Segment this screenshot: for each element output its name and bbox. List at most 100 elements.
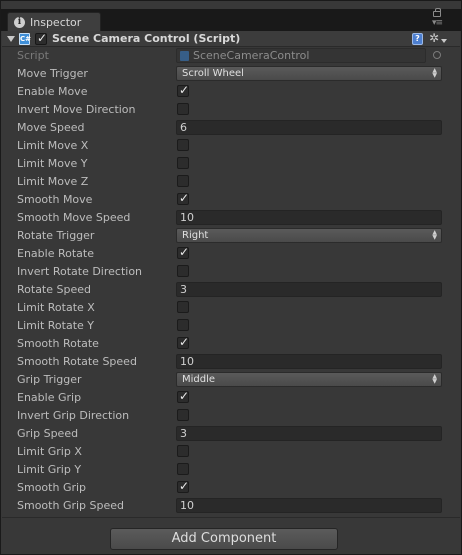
property-dropdown[interactable]: Middle ▲ ▼ bbox=[176, 372, 442, 387]
property-label: Enable Grip bbox=[17, 391, 82, 404]
property-number-field[interactable]: 3 bbox=[176, 426, 442, 441]
property-label: Move Speed bbox=[17, 121, 85, 134]
foldout-arrow-icon[interactable] bbox=[7, 36, 15, 42]
property-label: Limit Move Y bbox=[17, 157, 88, 170]
help-icon[interactable]: ? bbox=[412, 33, 423, 45]
check-icon: ✓ bbox=[179, 191, 190, 205]
property-checkbox[interactable]: ✓ bbox=[177, 389, 190, 403]
inspector-window: i Inspector ▾≡ C# ✓ Scene Camera Control… bbox=[0, 0, 462, 555]
property-row: Rotate Trigger Right ▲ ▼ bbox=[1, 227, 461, 245]
property-row: Smooth Rotate ✓ bbox=[1, 335, 461, 353]
property-checkbox[interactable] bbox=[177, 301, 189, 313]
property-label: Invert Rotate Direction bbox=[17, 265, 143, 278]
property-row: Limit Grip X bbox=[1, 443, 461, 461]
property-number-field[interactable]: 6 bbox=[176, 120, 442, 135]
updown-arrows-icon: ▲ ▼ bbox=[432, 67, 437, 79]
updown-arrows-icon: ▲ ▼ bbox=[432, 373, 437, 385]
property-number-field[interactable]: 10 bbox=[176, 498, 442, 513]
property-number-field[interactable]: 3 bbox=[176, 282, 442, 297]
property-label: Limit Rotate X bbox=[17, 301, 95, 314]
property-row: Move Speed 6 bbox=[1, 119, 461, 137]
info-icon: i bbox=[14, 16, 25, 28]
property-label: Rotate Speed bbox=[17, 283, 91, 296]
property-label: Enable Rotate bbox=[17, 247, 94, 260]
property-number-field[interactable]: 10 bbox=[176, 210, 442, 225]
property-dropdown[interactable]: Right ▲ ▼ bbox=[176, 228, 442, 243]
property-checkbox[interactable] bbox=[177, 139, 189, 151]
property-row: Enable Move ✓ bbox=[1, 83, 461, 101]
footer-divider bbox=[2, 517, 460, 518]
property-checkbox[interactable]: ✓ bbox=[177, 479, 190, 493]
property-checkbox[interactable] bbox=[177, 463, 189, 475]
check-icon: ✓ bbox=[179, 245, 190, 259]
property-label: Limit Move X bbox=[17, 139, 89, 152]
cs-script-icon bbox=[180, 51, 189, 61]
property-label: Limit Grip X bbox=[17, 445, 82, 458]
property-label: Smooth Move Speed bbox=[17, 211, 131, 224]
property-label: Limit Grip Y bbox=[17, 463, 82, 476]
check-icon: ✓ bbox=[179, 479, 190, 493]
property-label: Grip Speed bbox=[17, 427, 79, 440]
property-label: Invert Grip Direction bbox=[17, 409, 130, 422]
dropdown-value: Scroll Wheel bbox=[182, 68, 244, 79]
tab-menu-icon[interactable]: ▾≡ bbox=[431, 19, 443, 28]
tab-inspector[interactable]: i Inspector bbox=[7, 12, 101, 31]
property-row: Invert Move Direction bbox=[1, 101, 461, 119]
property-row: Smooth Move Speed 10 bbox=[1, 209, 461, 227]
property-label: Smooth Grip bbox=[17, 481, 87, 494]
component-title: Scene Camera Control (Script) bbox=[52, 32, 241, 45]
property-checkbox[interactable] bbox=[177, 409, 189, 421]
property-checkbox[interactable] bbox=[177, 175, 189, 187]
property-row: Smooth Rotate Speed 10 bbox=[1, 353, 461, 371]
property-label: Move Trigger bbox=[17, 67, 88, 80]
property-number-field[interactable]: 10 bbox=[176, 354, 442, 369]
property-checkbox[interactable]: ✓ bbox=[177, 83, 190, 97]
property-row: Limit Move Y bbox=[1, 155, 461, 173]
property-dropdown[interactable]: Scroll Wheel ▲ ▼ bbox=[176, 66, 442, 81]
gear-dropdown-arrow-icon[interactable] bbox=[441, 39, 447, 43]
script-value: SceneCameraControl bbox=[193, 49, 310, 62]
dropdown-value: Middle bbox=[182, 374, 216, 385]
property-row: Smooth Grip Speed 10 bbox=[1, 497, 461, 515]
property-checkbox[interactable] bbox=[177, 265, 189, 277]
property-row: Invert Grip Direction bbox=[1, 407, 461, 425]
script-label: Script bbox=[17, 49, 49, 62]
property-row: Limit Rotate Y bbox=[1, 317, 461, 335]
property-row: Enable Grip ✓ bbox=[1, 389, 461, 407]
property-row: Limit Move Z bbox=[1, 173, 461, 191]
property-checkbox[interactable] bbox=[177, 103, 189, 115]
check-icon: ✓ bbox=[179, 83, 190, 97]
property-label: Limit Rotate Y bbox=[17, 319, 94, 332]
script-row: Script SceneCameraControl bbox=[1, 47, 461, 65]
property-checkbox[interactable]: ✓ bbox=[177, 191, 190, 205]
property-row: Smooth Grip ✓ bbox=[1, 479, 461, 497]
property-label: Smooth Grip Speed bbox=[17, 499, 125, 512]
property-label: Smooth Rotate bbox=[17, 337, 99, 350]
property-checkbox[interactable] bbox=[177, 445, 189, 457]
component-header: C# ✓ Scene Camera Control (Script) ? ✲ bbox=[2, 31, 460, 47]
add-component-button[interactable]: Add Component bbox=[110, 528, 338, 550]
property-row: Move Trigger Scroll Wheel ▲ ▼ bbox=[1, 65, 461, 83]
property-checkbox[interactable] bbox=[177, 157, 189, 169]
property-checkbox[interactable]: ✓ bbox=[177, 245, 190, 259]
property-row: Enable Rotate ✓ bbox=[1, 245, 461, 263]
dropdown-value: Right bbox=[182, 230, 209, 241]
tab-strip: i Inspector ▾≡ bbox=[1, 8, 461, 31]
tab-tools: ▾≡ bbox=[431, 8, 443, 30]
script-object-field: SceneCameraControl bbox=[176, 48, 426, 63]
property-row: Limit Grip Y bbox=[1, 461, 461, 479]
cs-script-icon: C# bbox=[19, 33, 32, 45]
lock-icon[interactable] bbox=[433, 8, 441, 17]
updown-arrows-icon: ▲ ▼ bbox=[432, 229, 437, 241]
check-icon: ✓ bbox=[179, 389, 190, 403]
component-enabled-checkbox[interactable]: ✓ bbox=[35, 31, 47, 45]
gear-icon[interactable]: ✲ bbox=[429, 31, 439, 45]
property-label: Limit Move Z bbox=[17, 175, 89, 188]
property-label: Grip Trigger bbox=[17, 373, 82, 386]
tab-inspector-label: Inspector bbox=[30, 15, 82, 29]
property-row: Smooth Move ✓ bbox=[1, 191, 461, 209]
property-label: Smooth Move bbox=[17, 193, 93, 206]
property-checkbox[interactable] bbox=[177, 319, 189, 331]
property-row: Limit Rotate X bbox=[1, 299, 461, 317]
property-checkbox[interactable]: ✓ bbox=[177, 335, 189, 349]
